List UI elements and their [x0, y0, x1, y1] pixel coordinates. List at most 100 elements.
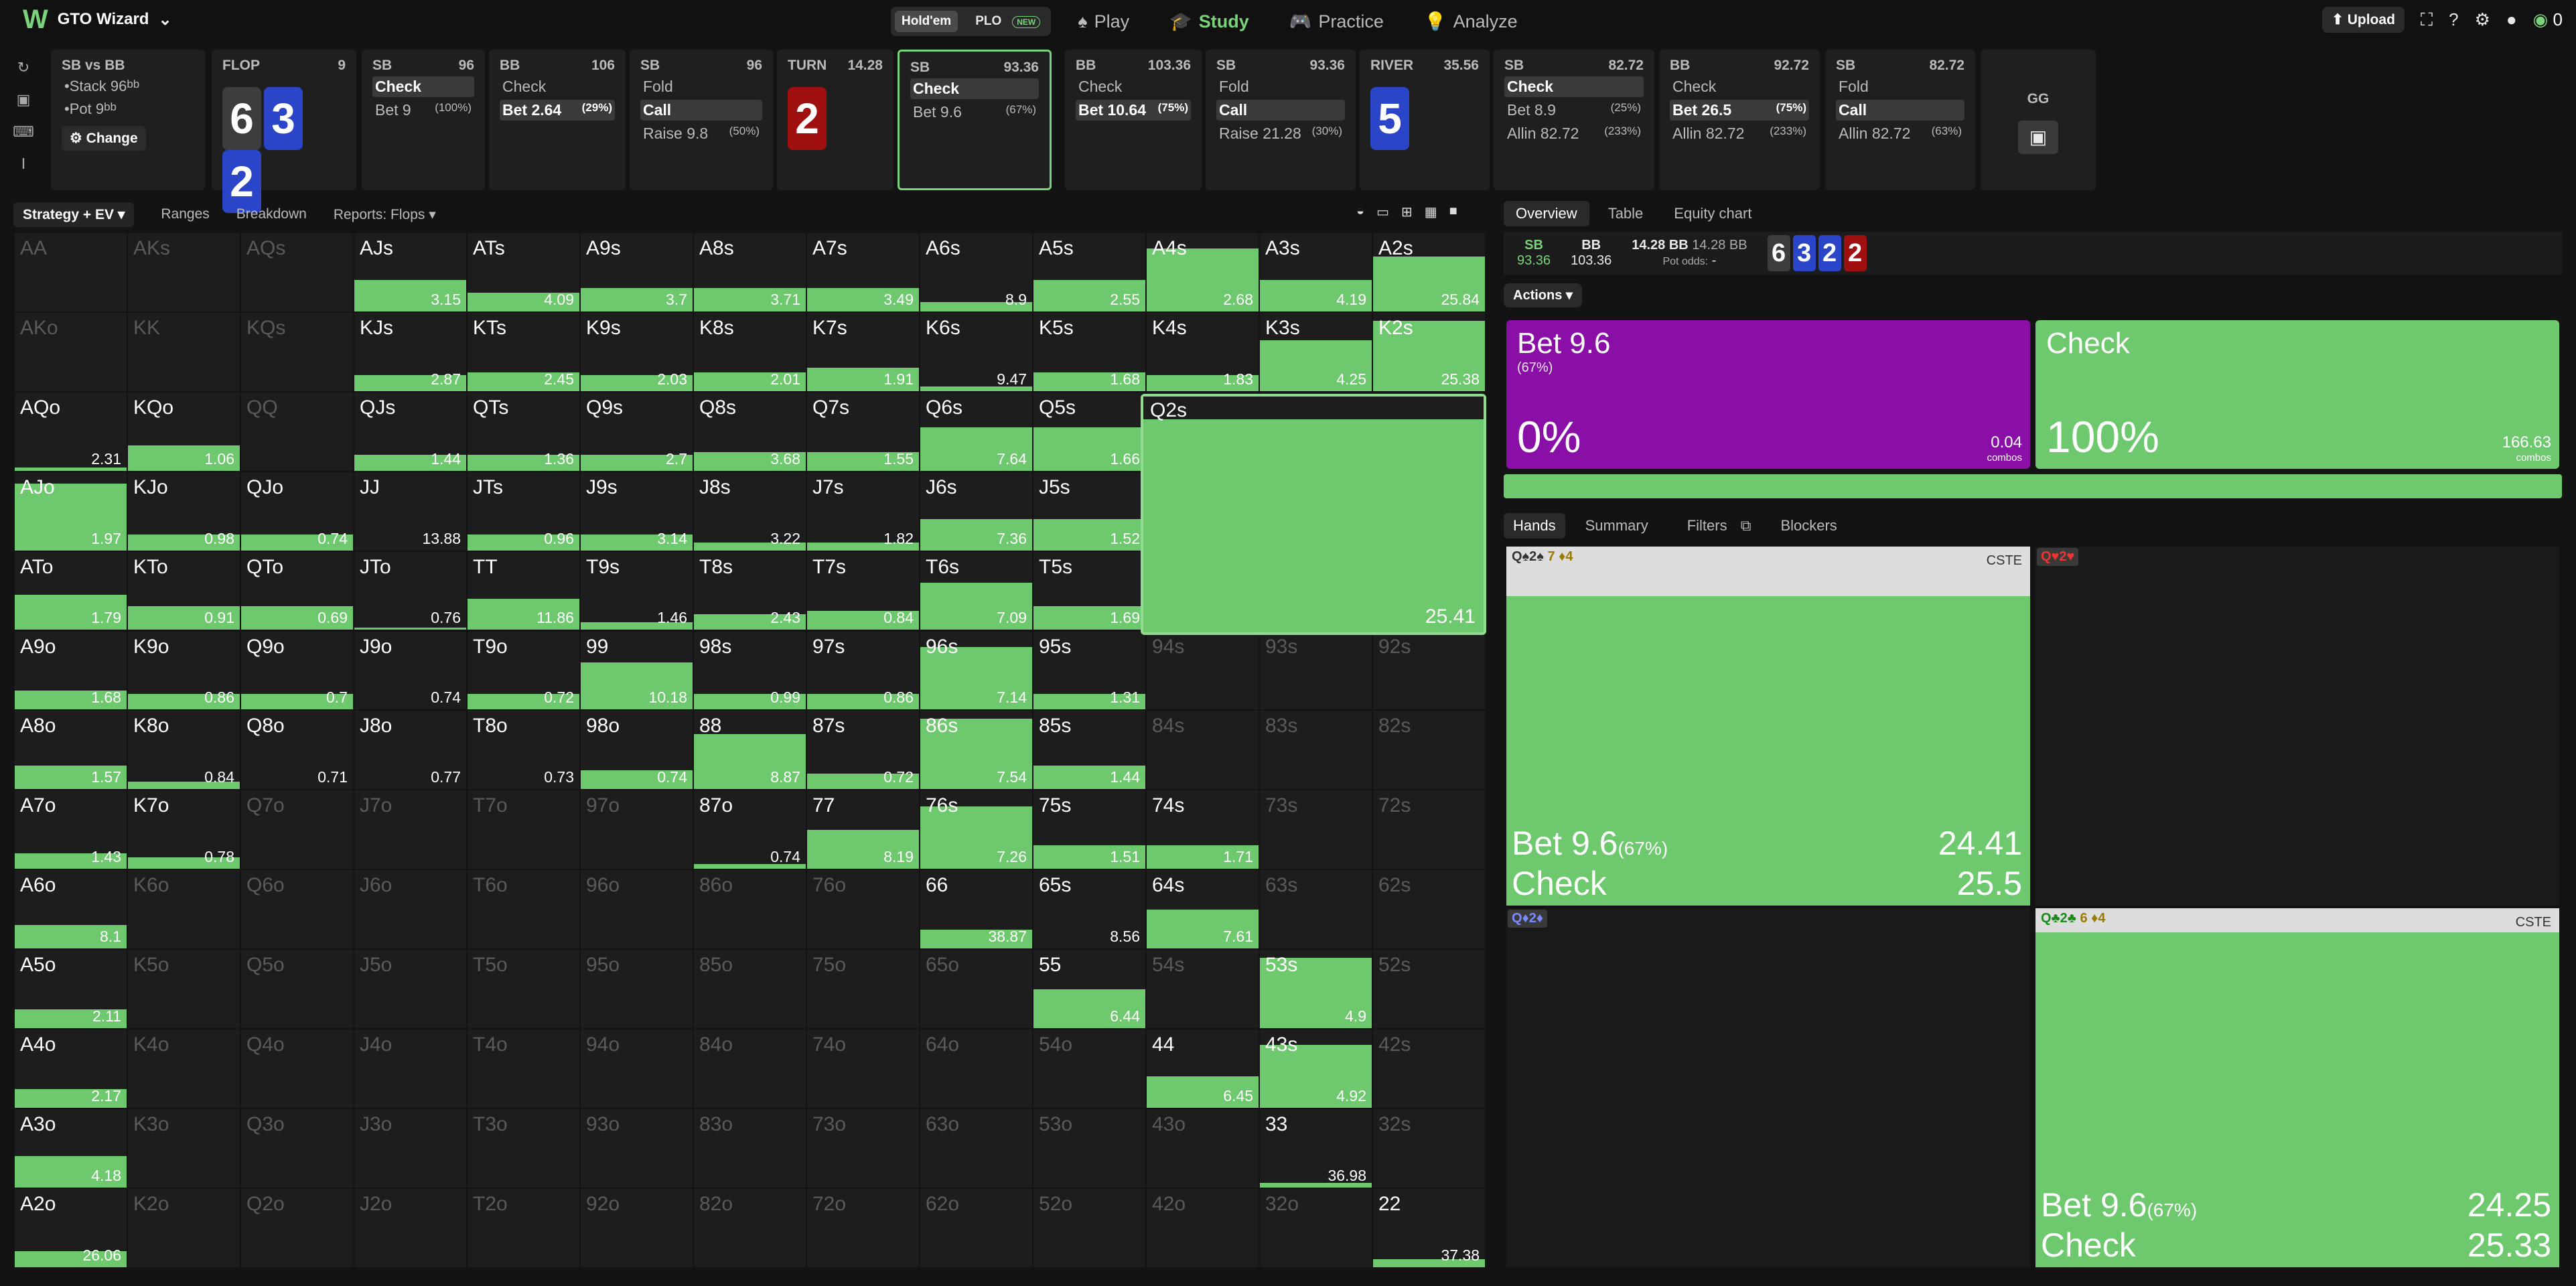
matrix-cell[interactable]: A4s 2.68 [1147, 233, 1259, 311]
matrix-cell[interactable]: 88 8.87 [694, 711, 806, 790]
reports-dropdown[interactable]: Reports: Flops ▾ [334, 206, 436, 223]
matrix-cell[interactable]: 44 6.45 [1147, 1029, 1259, 1108]
nav-practice[interactable]: 🎮 Practice [1276, 11, 1397, 32]
matrix-cell[interactable]: 82o [694, 1188, 806, 1267]
matrix-cell[interactable]: 86o [694, 870, 806, 949]
timeline-action[interactable]: Raise 21.28 (30%) [1216, 123, 1345, 144]
matrix-cell[interactable]: 66 38.87 [920, 870, 1032, 949]
timeline-action[interactable]: Bet 8.9 (25%) [1504, 100, 1644, 121]
matrix-cell[interactable]: A6o 8.1 [15, 870, 127, 949]
timeline-node-flop[interactable]: FLOP 9 6 32 [212, 50, 356, 213]
matrix-cell[interactable]: 95o [581, 950, 693, 1028]
hand-combo-box[interactable]: Q♠2♠ 7 ♦4 CSTE Bet 9.6(67%) 24.41 Check 25… [1506, 547, 2030, 906]
timeline-action[interactable]: Check [910, 78, 1039, 99]
matrix-cell[interactable]: Q5o [241, 950, 353, 1028]
settings-gear-icon[interactable]: ⚙ [2475, 9, 2490, 30]
tab-hands[interactable]: Hands [1504, 513, 1565, 539]
matrix-cell[interactable]: 32s [1373, 1109, 1485, 1188]
matrix-cell[interactable]: T8o 0.73 [468, 711, 579, 790]
change-button[interactable]: ⚙ Change [62, 126, 146, 151]
matrix-cell[interactable]: AA [15, 233, 127, 311]
matrix-cell[interactable]: ATs 4.09 [468, 233, 579, 311]
matrix-cell[interactable]: 72s [1373, 790, 1485, 869]
hand-combo-box[interactable]: Q♦2♦ [1506, 908, 2030, 1267]
upload-button[interactable]: ⬆ Upload [2322, 7, 2405, 33]
timeline-action[interactable]: Raise 9.8 (50%) [640, 123, 762, 144]
matrix-cell[interactable]: 97s 0.86 [807, 631, 919, 710]
matrix-cell[interactable]: 65s 8.56 [1033, 870, 1145, 949]
matrix-cell[interactable]: K6o [128, 870, 240, 949]
matrix-cell[interactable]: 84o [694, 1029, 806, 1108]
matrix-cell[interactable]: 33 36.98 [1260, 1109, 1372, 1188]
matrix-cell[interactable]: K3s 4.25 [1260, 312, 1372, 391]
matrix-cell[interactable]: KK [128, 312, 240, 391]
view-icon-2[interactable]: ▭ [1376, 204, 1389, 220]
matrix-cell[interactable]: 96o [581, 870, 693, 949]
matrix-cell[interactable]: 73o [807, 1109, 919, 1188]
matrix-cell[interactable]: 76o [807, 870, 919, 949]
matrix-cell[interactable]: Q9s 2.7 [581, 392, 693, 471]
tab-filters[interactable]: Filters ⧉ [1668, 513, 1761, 539]
matrix-cell[interactable]: 98o 0.74 [581, 711, 693, 790]
matrix-cell[interactable]: AKo [15, 312, 127, 391]
matrix-cell[interactable]: J9o 0.74 [354, 631, 466, 710]
matrix-cell[interactable]: T9s 1.46 [581, 551, 693, 630]
matrix-cell[interactable]: QJs 1.44 [354, 392, 466, 471]
user-icon[interactable]: ● [2506, 9, 2517, 30]
matrix-cell[interactable]: 65o [920, 950, 1032, 1028]
matrix-cell[interactable]: A6s 8.9 [920, 233, 1032, 311]
matrix-cell[interactable]: Q5s 1.66 [1033, 392, 1145, 471]
matrix-cell[interactable]: 87o 0.74 [694, 790, 806, 869]
timeline-action[interactable]: Allin 82.72 (63%) [1836, 123, 1964, 144]
matrix-cell[interactable]: J5o [354, 950, 466, 1028]
matrix-cell[interactable]: 85o [694, 950, 806, 1028]
matrix-cell[interactable]: 85s 1.44 [1033, 711, 1145, 790]
matrix-cell[interactable]: Q4o [241, 1029, 353, 1108]
matrix-cell[interactable]: 93o [581, 1109, 693, 1188]
matrix-cell[interactable]: T3o [468, 1109, 579, 1188]
matrix-cell[interactable]: AJo 1.97 [15, 472, 127, 551]
matrix-cell[interactable]: A7s 3.49 [807, 233, 919, 311]
matrix-cell[interactable]: 42s [1373, 1029, 1485, 1108]
matrix-cell[interactable]: A9s 3.7 [581, 233, 693, 311]
matrix-cell[interactable]: 75s 1.51 [1033, 790, 1145, 869]
matrix-cell[interactable]: A9o 1.68 [15, 631, 127, 710]
tab-summary[interactable]: Summary [1576, 513, 1658, 539]
matrix-cell[interactable]: 76s 7.26 [920, 790, 1032, 869]
matrix-cell[interactable]: K9s 2.03 [581, 312, 693, 391]
matrix-cell[interactable]: A3o 4.18 [15, 1109, 127, 1188]
matrix-cell[interactable]: 92o [581, 1188, 693, 1267]
tab-table[interactable]: Table [1596, 201, 1656, 226]
matrix-cell[interactable]: J7s 1.82 [807, 472, 919, 551]
matrix-cell[interactable]: KJo 0.98 [128, 472, 240, 551]
matrix-cell[interactable]: T5s 1.69 [1033, 551, 1145, 630]
matrix-cell[interactable]: J3o [354, 1109, 466, 1188]
matrix-cell[interactable]: J5s 1.52 [1033, 472, 1145, 551]
matrix-cell[interactable]: K5o [128, 950, 240, 1028]
matrix-cell[interactable]: 97o [581, 790, 693, 869]
strategy-ev-dropdown[interactable]: Strategy + EV ▾ [13, 202, 135, 227]
matrix-cell[interactable]: A3s 4.19 [1260, 233, 1372, 311]
matrix-cell[interactable]: T7s 0.84 [807, 551, 919, 630]
matrix-cell[interactable]: 92s [1373, 631, 1485, 710]
matrix-cell[interactable]: 43o [1147, 1109, 1259, 1188]
matrix-cell[interactable]: Q6s 7.64 [920, 392, 1032, 471]
matrix-cell[interactable]: T4o [468, 1029, 579, 1108]
matrix-cell[interactable]: J9s 3.14 [581, 472, 693, 551]
matrix-cell[interactable]: 22 37.38 [1373, 1188, 1485, 1267]
timeline-action[interactable]: Check [1504, 76, 1644, 97]
matrix-cell[interactable]: K2s 25.38 [1373, 312, 1485, 391]
view-icon-3[interactable]: ⊞ [1401, 204, 1413, 220]
nav-study[interactable]: 🎓 Study [1156, 11, 1263, 32]
timeline-node-sb[interactable]: SB 82.72 Fold Call Allin 82.72 (63%) [1825, 50, 1975, 190]
matrix-cell[interactable]: AQs [241, 233, 353, 311]
matrix-cell[interactable]: K6s 9.47 [920, 312, 1032, 391]
matrix-cell[interactable]: 63s [1260, 870, 1372, 949]
matrix-cell[interactable]: Q7s 1.55 [807, 392, 919, 471]
plo-mode[interactable]: PLO NEW [962, 11, 1047, 32]
timeline-action[interactable]: Allin 82.72 (233%) [1504, 123, 1644, 144]
matrix-cell[interactable]: Q8s 3.68 [694, 392, 806, 471]
save-icon[interactable]: ▣ [2018, 121, 2058, 154]
chevron-down-icon[interactable]: ⌄ [158, 10, 171, 29]
matrix-cell[interactable]: 73s [1260, 790, 1372, 869]
